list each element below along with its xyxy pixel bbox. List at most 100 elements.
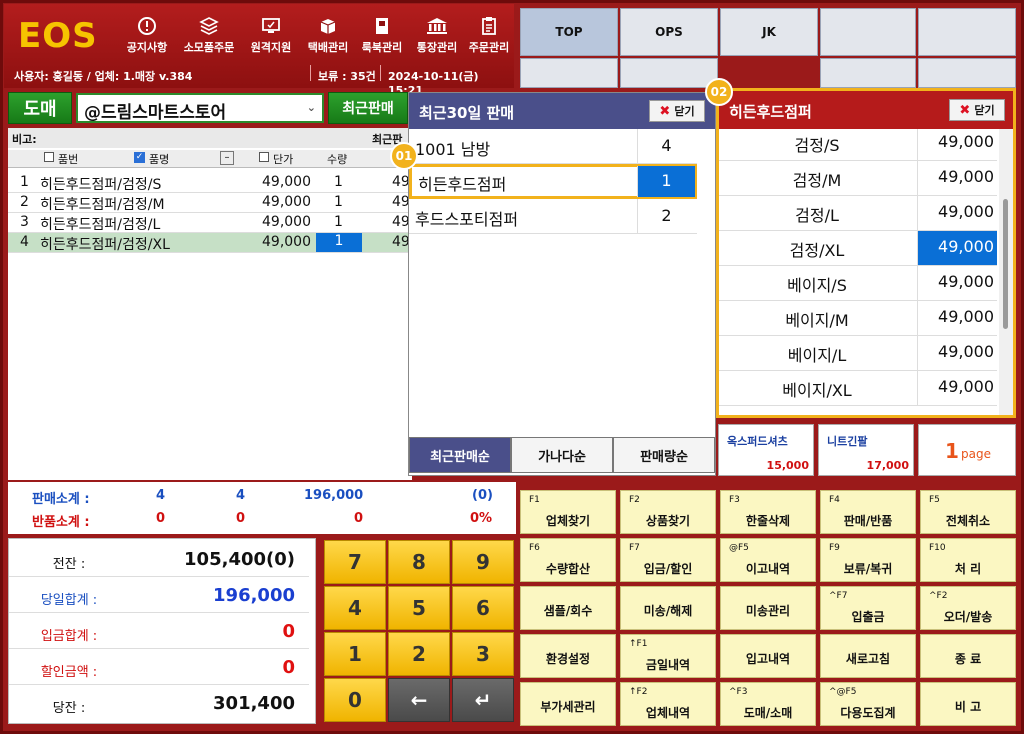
close-button[interactable]: ✖ 닫기 (949, 99, 1005, 121)
function-button[interactable]: ^@F5 다용도집계 (820, 682, 916, 726)
table-row[interactable]: 2 히든후드점퍼/검정/M 49,000 1 49 (8, 193, 412, 213)
name-checkbox[interactable]: ✓ (134, 152, 145, 163)
list-item[interactable]: 베이지/M 49,000 (719, 301, 997, 336)
list-item[interactable]: 1001 남방 4 (409, 129, 697, 164)
remark-label: 비고: (12, 133, 37, 146)
scrollbar[interactable] (999, 129, 1013, 415)
function-button[interactable]: F2 상품찾기 (620, 490, 716, 534)
list-item-selected[interactable]: 검정/XL 49,000 (719, 231, 997, 266)
scrollbar-thumb[interactable] (1003, 199, 1008, 329)
function-button[interactable]: F5 전체취소 (920, 490, 1016, 534)
key-2[interactable]: 2 (388, 632, 450, 676)
function-button[interactable]: ^F3 도매/소매 (720, 682, 816, 726)
category-empty[interactable] (820, 8, 916, 56)
list-item[interactable]: 베이지/L 49,000 (719, 336, 997, 371)
price-checkbox[interactable] (259, 152, 269, 162)
function-button[interactable]: 종 료 (920, 634, 1016, 678)
collapse-icon[interactable]: – (220, 151, 234, 165)
category-empty[interactable] (820, 58, 916, 88)
list-item[interactable]: 베이지/XL 49,000 (719, 371, 997, 406)
key-8[interactable]: 8 (388, 540, 450, 584)
function-label: 입출금 (851, 610, 885, 624)
function-button[interactable]: F9 보류/복귀 (820, 538, 916, 582)
order-button[interactable]: 주문관리 (464, 14, 514, 60)
recent-sales-button[interactable]: 최근판매 (328, 92, 408, 124)
function-button[interactable]: 비 고 (920, 682, 1016, 726)
popup-header: 최근30일 판매 ✖ 닫기 (409, 93, 715, 129)
function-button[interactable]: 미송/해제 (620, 586, 716, 630)
list-item[interactable]: 검정/L 49,000 (719, 196, 997, 231)
delivery-button[interactable]: 택배관리 (302, 14, 354, 60)
product-tile[interactable]: 니트긴팔 17,000 (818, 424, 914, 476)
key-0[interactable]: 0 (324, 678, 386, 722)
tab-quantity[interactable]: 판매량순 (613, 437, 715, 473)
tab-alphabetical[interactable]: 가나다순 (511, 437, 613, 473)
close-button[interactable]: ✖ 닫기 (649, 100, 705, 122)
key-4[interactable]: 4 (324, 586, 386, 630)
function-label: 업체내역 (645, 706, 691, 720)
function-button[interactable]: 새로고침 (820, 634, 916, 678)
popup-title: 최근30일 판매 (419, 104, 515, 122)
function-button[interactable]: F7 입금/할인 (620, 538, 716, 582)
table-header: 품번 ✓ 품명 – 단가 수량 (8, 150, 412, 168)
key-1[interactable]: 1 (324, 632, 386, 676)
product-tile[interactable]: 옥스퍼드셔츠 15,000 (718, 424, 814, 476)
key-5[interactable]: 5 (388, 586, 450, 630)
store-select[interactable]: @드림스마트스토어 ⌄ (76, 93, 324, 123)
notice-button[interactable]: 공지사항 (120, 14, 174, 60)
enter-icon[interactable]: ↵ (452, 678, 514, 722)
lookbook-button[interactable]: 룩북관리 (356, 14, 408, 60)
backspace-icon[interactable]: ← (388, 678, 450, 722)
key-9[interactable]: 9 (452, 540, 514, 584)
function-button[interactable]: ^F7 입출금 (820, 586, 916, 630)
balance-summary: 전잔 :105,400(0) 당일합계 :196,000 입금합계 :0 할인금… (8, 538, 316, 724)
function-key: F3 (729, 495, 740, 505)
function-button[interactable]: ↑F2 업체내역 (620, 682, 716, 726)
page-indicator[interactable]: 1 page (918, 424, 1016, 476)
function-key: F4 (829, 495, 840, 505)
function-label: 미송/해제 (643, 604, 693, 618)
sale-mode-button[interactable]: 도매 (8, 92, 72, 124)
function-button[interactable]: F3 한줄삭제 (720, 490, 816, 534)
category-ops[interactable]: OPS (620, 8, 718, 56)
function-button[interactable]: 미송관리 (720, 586, 816, 630)
function-button[interactable]: F10 처 리 (920, 538, 1016, 582)
function-button[interactable]: ↑F1 금일내역 (620, 634, 716, 678)
key-7[interactable]: 7 (324, 540, 386, 584)
function-button[interactable]: F6 수량합산 (520, 538, 616, 582)
category-jk[interactable]: JK (720, 8, 818, 56)
remark-bar: 비고: 최근판 (8, 128, 412, 148)
function-button[interactable]: 부가세관리 (520, 682, 616, 726)
list-item-selected[interactable]: 히든후드점퍼 1 (409, 164, 697, 199)
table-row[interactable]: 1 히든후드점퍼/검정/S 49,000 1 49 (8, 173, 412, 193)
function-button[interactable]: ^F2 오더/발송 (920, 586, 1016, 630)
key-6[interactable]: 6 (452, 586, 514, 630)
category-empty[interactable] (520, 58, 618, 88)
function-button[interactable]: 샘플/회수 (520, 586, 616, 630)
category-top[interactable]: TOP (520, 8, 618, 56)
remote-support-button[interactable]: 원격지원 (244, 14, 298, 60)
list-item[interactable]: 검정/S 49,000 (719, 129, 997, 161)
supplies-button[interactable]: 소모품주문 (178, 14, 240, 60)
category-empty[interactable] (918, 8, 1016, 56)
category-empty[interactable] (620, 58, 718, 88)
category-empty[interactable] (918, 58, 1016, 88)
tab-recent[interactable]: 최근판매순 (409, 437, 511, 473)
table-row-selected[interactable]: 4 히든후드점퍼/검정/XL 49,000 1 49 (8, 233, 412, 253)
key-3[interactable]: 3 (452, 632, 514, 676)
list-item[interactable]: 후드스포티점퍼 2 (409, 199, 697, 234)
function-button[interactable]: F4 판매/반품 (820, 490, 916, 534)
list-item[interactable]: 베이지/S 49,000 (719, 266, 997, 301)
function-key: F7 (629, 543, 640, 553)
function-button[interactable]: @F5 이고내역 (720, 538, 816, 582)
function-button[interactable]: 입고내역 (720, 634, 816, 678)
code-checkbox[interactable] (44, 152, 54, 162)
qty-cell-active[interactable]: 1 (316, 233, 362, 252)
bank-button[interactable]: 통장관리 (410, 14, 464, 60)
table-row[interactable]: 3 히든후드점퍼/검정/L 49,000 1 49 (8, 213, 412, 233)
function-button[interactable]: 환경설정 (520, 634, 616, 678)
list-item[interactable]: 검정/M 49,000 (719, 161, 997, 196)
popup-title: 히든후드점퍼 (729, 103, 812, 121)
function-button[interactable]: F1 업체찾기 (520, 490, 616, 534)
function-label: 오더/발송 (943, 610, 993, 624)
